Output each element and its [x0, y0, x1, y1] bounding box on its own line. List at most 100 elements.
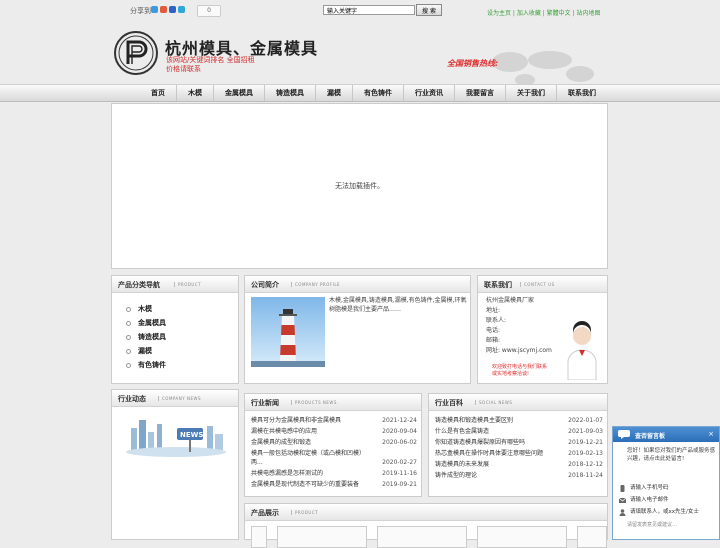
main-nav: 首页 木模 金属模具 铸造模具 漏模 有色铸件 行业资讯 我要留言 关于我们 联… — [0, 84, 720, 102]
plugin-error-message: 无法加载插件。 — [335, 182, 384, 190]
category-item-label: 漏模 — [138, 347, 152, 355]
profile-panel: 公司简介 COMPANY PROFILE 木模,金属模具,铸造模具,漏模,有色铸… — [244, 275, 471, 384]
list-item[interactable]: 你知道铸造模具爆裂原因有哪些吗 2019-12-21 — [435, 437, 603, 448]
baidu-icon[interactable] — [169, 6, 176, 13]
products-panel: 产品展示 PRODUCT — [244, 503, 608, 548]
category-item-label: 金属模具 — [138, 319, 166, 327]
profile-panel-title: 公司简介 — [251, 281, 279, 289]
user-icon — [619, 508, 626, 516]
product-thumbnail[interactable] — [377, 526, 467, 548]
company-news-title: 行业动态 — [118, 395, 146, 403]
name-placeholder: 请填联系人，或xx先生/女士 — [630, 509, 699, 515]
email-field[interactable]: 请输入电子邮件 — [619, 495, 717, 505]
products-title: 产品展示 — [251, 509, 279, 517]
product-thumbnail[interactable] — [251, 526, 267, 548]
product-thumbnail[interactable] — [277, 526, 367, 548]
news-title: 金属模具的成型和锻造 — [251, 439, 312, 446]
tqq-icon[interactable] — [178, 6, 185, 13]
qzone-icon[interactable] — [151, 6, 158, 13]
wiki-title: 你知道铸造模具爆裂原因有哪些吗 — [435, 439, 526, 446]
nav-item-leak-mold[interactable]: 漏模 — [316, 85, 353, 101]
contact-website[interactable]: 网址: www.jscymj.com — [486, 346, 552, 356]
weibo-icon[interactable] — [160, 6, 167, 13]
company-news-header: 行业动态 COMPANY NEWS — [112, 390, 238, 407]
list-item[interactable]: 金属模具的成型和锻造 2020-06-02 — [251, 437, 417, 448]
chat-bubble-icon — [618, 430, 630, 439]
list-item[interactable]: 热芯盒模具在操作时具体要注意哪些问题 2019-02-13 — [435, 448, 603, 459]
email-placeholder: 请输入电子邮件 — [630, 497, 669, 503]
contact-lines: 杭州金属模具厂家 地址: 联系人: 电话: 邮箱: 网址: www.jscymj… — [486, 296, 552, 356]
share-icons — [151, 6, 185, 13]
contact-panel-title: 联系我们 — [484, 281, 512, 289]
category-item[interactable]: 漏模 — [126, 344, 166, 358]
message-board-widget[interactable]: 查否留言板 × 您好！如果您对我们的产品或服务感兴趣，请点击此处留言! 请输入手… — [612, 426, 720, 540]
category-item[interactable]: 金属模具 — [126, 316, 166, 330]
bullet-icon — [126, 362, 131, 368]
contact-cta-line-1: 欢迎致打电话与我们联系 — [492, 364, 548, 370]
close-icon[interactable]: × — [707, 430, 715, 438]
list-item[interactable]: 什么是有色金属铸造 2021-09-03 — [435, 426, 603, 437]
search-input[interactable] — [323, 5, 415, 15]
list-item[interactable]: 模具一般包括动模和定模（或凸模和凹模）两... 2020-02-27 — [251, 449, 417, 467]
news-title: 模具一般包括动模和定模（或凸模和凹模）两... — [251, 450, 366, 466]
wiki-date: 2019-12-21 — [568, 439, 603, 446]
phone-placeholder: 请输入手机号码 — [630, 485, 669, 491]
contact-email: 邮箱: — [486, 337, 501, 344]
wiki-title: 热芯盒模具在操作时具体要注意哪些问题 — [435, 450, 544, 457]
header — [0, 22, 720, 86]
nav-item-message[interactable]: 我要留言 — [455, 85, 506, 101]
name-field[interactable]: 请填联系人，或xx先生/女士 — [619, 507, 717, 517]
list-item[interactable]: 铸件成型的理论 2018-11-24 — [435, 470, 603, 481]
list-item[interactable]: 漏模在共模电感中的应用 2020-09-04 — [251, 426, 417, 437]
share-count: 0 — [197, 5, 221, 17]
category-item-label: 有色铸件 — [138, 361, 166, 369]
news-date: 2019-09-21 — [382, 481, 417, 488]
message-textarea[interactable]: 请留发表意见或建议… — [627, 521, 677, 528]
industry-wiki-panel: 行业百科 SOCIAL NEWS 铸造模具和锻造模具主要区别 2022-01-07… — [428, 393, 608, 497]
news-date: 2020-06-02 — [382, 439, 417, 446]
nav-item-home[interactable]: 首页 — [140, 85, 177, 101]
list-item[interactable]: 铸造模具的未来发展 2018-12-12 — [435, 459, 603, 470]
nav-item-casting-mold[interactable]: 铸造模具 — [265, 85, 316, 101]
top-bar: 分享到 0 搜 索 设为主页 | 加入收藏 | 繁體中文 | 站内地图 — [0, 0, 720, 22]
nav-item-industry-info[interactable]: 行业资讯 — [404, 85, 455, 101]
contact-cta-line-2: 或实地考察洽谈! — [492, 371, 530, 377]
news-city-image: NEWS — [121, 410, 231, 458]
message-board-header[interactable]: 查否留言板 × — [613, 427, 719, 442]
category-item-label: 铸造模具 — [138, 333, 166, 341]
wiki-date: 2018-11-24 — [568, 472, 603, 479]
list-item[interactable]: 共模电感漏感是怎样测试的 2019-11-16 — [251, 468, 417, 479]
company-news-panel: 行业动态 COMPANY NEWS NEWS — [111, 389, 239, 540]
list-item[interactable]: 模具可分为金属模具和非金属模具 2021-12-24 — [251, 415, 417, 426]
nav-item-nonferrous[interactable]: 有色铸件 — [353, 85, 404, 101]
nav-item-wood-mold[interactable]: 木模 — [177, 85, 214, 101]
wiki-title: 铸件成型的理论 — [435, 472, 478, 479]
list-item[interactable]: 铸造模具和锻造模具主要区别 2022-01-07 — [435, 415, 603, 426]
contact-panel-header: 联系我们 CONTACT US — [478, 276, 607, 293]
lighthouse-image — [251, 297, 325, 367]
email-icon — [619, 497, 626, 503]
product-thumbnail[interactable] — [577, 526, 607, 548]
industry-news-title: 行业新闻 — [251, 399, 279, 407]
search-button[interactable]: 搜 索 — [416, 4, 442, 16]
nav-item-metal-mold[interactable]: 金属模具 — [214, 85, 265, 101]
industry-news-panel: 行业新闻 PRODUCTS NEWS 模具可分为金属模具和非金属模具 2021-1… — [244, 393, 422, 497]
industry-wiki-list: 铸造模具和锻造模具主要区别 2022-01-07 什么是有色金属铸造 2021-09… — [435, 415, 603, 481]
category-item[interactable]: 木模 — [126, 302, 166, 316]
news-date: 2020-02-27 — [382, 459, 417, 466]
category-list: 木模 金属模具 铸造模具 漏模 有色铸件 — [126, 302, 166, 372]
category-item[interactable]: 有色铸件 — [126, 358, 166, 372]
top-links[interactable]: 设为主页 | 加入收藏 | 繁體中文 | 站内地图 — [487, 8, 601, 17]
industry-news-list: 模具可分为金属模具和非金属模具 2021-12-24 漏模在共模电感中的应用 202… — [251, 415, 417, 490]
contact-panel-subtitle: CONTACT US — [520, 282, 555, 287]
wiki-date: 2018-12-12 — [568, 461, 603, 468]
phone-icon — [620, 484, 625, 492]
product-thumbnail[interactable] — [477, 526, 567, 548]
bullet-icon — [126, 306, 131, 312]
phone-field[interactable]: 请输入手机号码 — [619, 483, 717, 493]
nav-item-contact[interactable]: 联系我们 — [557, 85, 607, 101]
list-item[interactable]: 金属模具是现代制造不可缺少的重要装备 2019-09-21 — [251, 479, 417, 490]
category-item[interactable]: 铸造模具 — [126, 330, 166, 344]
news-date: 2021-12-24 — [382, 417, 417, 424]
nav-item-about[interactable]: 关于我们 — [506, 85, 557, 101]
